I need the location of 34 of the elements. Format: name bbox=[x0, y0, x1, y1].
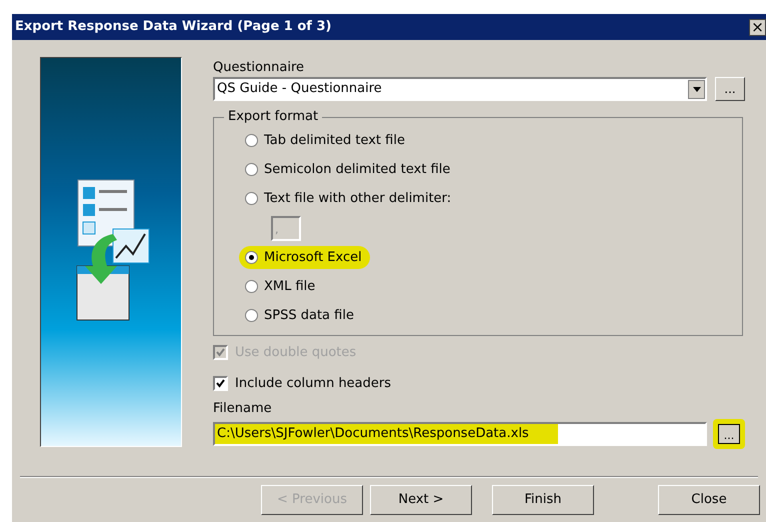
radio-option[interactable]: Semicolon delimited text file bbox=[239, 158, 458, 182]
check-icon bbox=[216, 379, 225, 388]
group-label: Export format bbox=[224, 109, 322, 125]
radio-button[interactable] bbox=[245, 309, 258, 322]
radio-label: SPSS data file bbox=[264, 306, 354, 325]
field-label: Questionnaire bbox=[213, 59, 306, 76]
radio-label: Text file with other delimiter: bbox=[264, 190, 452, 208]
radio-option[interactable]: Tab delimited text file bbox=[239, 128, 413, 152]
radio-option[interactable]: Microsoft Excel bbox=[239, 246, 370, 270]
browse-button[interactable]: ... bbox=[713, 419, 745, 449]
check-icon bbox=[216, 348, 225, 357]
wizard-button[interactable]: Next > bbox=[370, 485, 472, 515]
radio-button[interactable] bbox=[245, 192, 258, 205]
checkbox-label: Include column headers bbox=[235, 374, 392, 393]
radio-option[interactable]: Text file with other delimiter: bbox=[239, 186, 460, 210]
radio-button[interactable] bbox=[245, 280, 258, 293]
radio-label: Microsoft Excel bbox=[264, 248, 362, 267]
radio-option[interactable]: SPSS data file bbox=[239, 304, 362, 328]
wizard-button[interactable]: Finish bbox=[492, 485, 594, 515]
radio-label: XML file bbox=[264, 278, 316, 296]
questionnaire-dropdown[interactable]: QS Guide - Questionnaire bbox=[213, 77, 707, 101]
checkbox[interactable] bbox=[213, 376, 228, 391]
wizard-button[interactable]: Close bbox=[658, 485, 760, 515]
radio-button[interactable] bbox=[245, 163, 258, 176]
radio-button[interactable] bbox=[245, 251, 258, 264]
window-title: Export Response Data Wizard (Page 1 of 3) bbox=[15, 18, 332, 36]
browse-button[interactable]: ... bbox=[715, 77, 745, 101]
close-button[interactable]: × bbox=[749, 18, 766, 36]
radio-label: Tab delimited text file bbox=[264, 132, 405, 150]
radio-button[interactable] bbox=[245, 134, 258, 147]
filename-field[interactable]: C:\Users\SJFowler\Documents\ResponseData.xls bbox=[213, 422, 707, 446]
field-label: Filename bbox=[213, 400, 273, 417]
radio-option[interactable]: XML file bbox=[239, 274, 324, 298]
radio-label: Semicolon delimited text file bbox=[264, 160, 450, 179]
